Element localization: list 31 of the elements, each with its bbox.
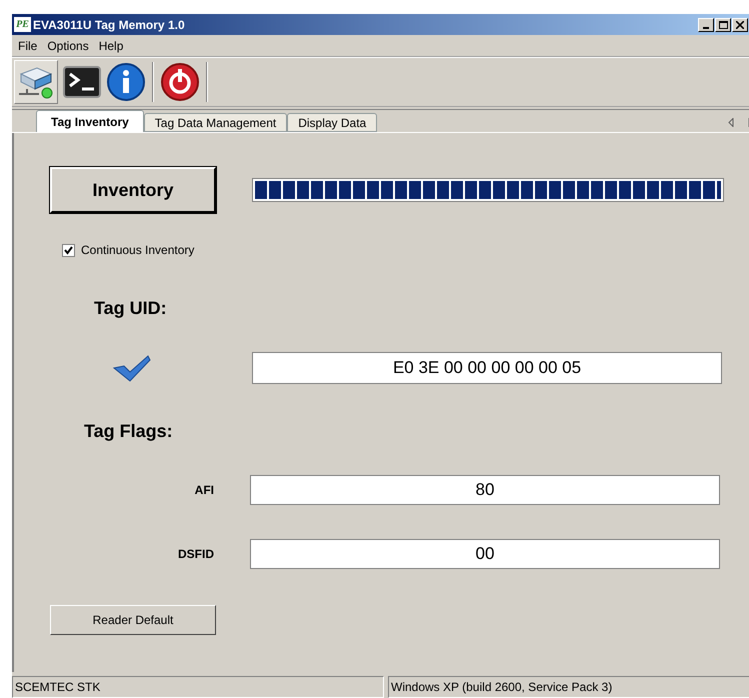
menu-item[interactable]: Help	[98, 36, 124, 54]
tab[interactable]: Display Data	[287, 113, 378, 132]
status-bar-panel: SCEMTEC STK	[12, 676, 384, 698]
inventory-button[interactable]: Inventory	[50, 167, 216, 213]
tab[interactable]: Tag Inventory	[36, 110, 144, 132]
checkbox-label: Continuous Inventory	[81, 242, 194, 259]
minimize-button[interactable]	[698, 18, 714, 32]
toolbar-button[interactable]	[14, 60, 58, 104]
close-icon	[736, 20, 744, 28]
power-icon[interactable]	[160, 62, 200, 102]
menu-item[interactable]: Options	[47, 36, 89, 54]
scroll-arrows-icon[interactable]	[728, 118, 749, 127]
input-field[interactable]: 80	[250, 475, 720, 505]
field-label: DSFID	[177, 546, 214, 563]
terminal-icon[interactable]	[62, 64, 102, 100]
app-logo: PE	[14, 17, 31, 32]
field-label: AFI	[194, 482, 214, 499]
section-heading: Tag Flags:	[84, 420, 174, 443]
menu-item[interactable]: File	[18, 36, 38, 54]
tab[interactable]: Tag Data Management	[144, 113, 288, 132]
checkbox[interactable]	[62, 244, 75, 256]
window-title: EVA3011U Tag Memory 1.0	[33, 16, 185, 34]
maximize-button[interactable]	[715, 18, 731, 32]
info-icon[interactable]	[106, 62, 146, 102]
close-button[interactable]	[732, 18, 748, 32]
uid-field[interactable]: E0 3E 00 00 00 00 00 05	[252, 352, 722, 384]
reader-default-button[interactable]: Reader Default	[50, 605, 216, 635]
checkmark-icon	[112, 354, 152, 382]
section-heading: Tag UID:	[94, 297, 168, 320]
input-field[interactable]: 00	[250, 539, 720, 569]
status-bar-panel: Windows XP (build 2600, Service Pack 3)	[388, 676, 749, 698]
